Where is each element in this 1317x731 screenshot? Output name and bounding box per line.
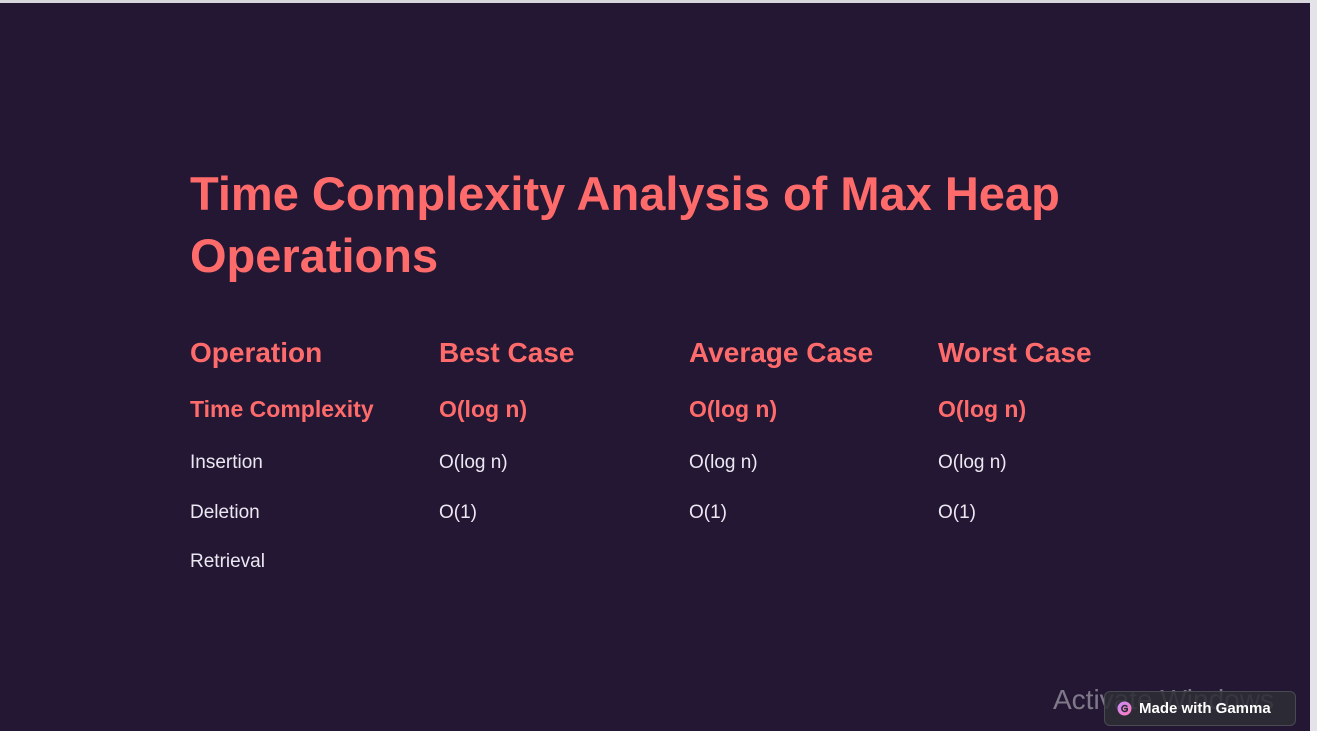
table-cell-worst: O(log n) <box>938 452 1007 473</box>
table-cell-best: O(log n) <box>439 396 528 422</box>
slide: Time Complexity Analysis of Max Heap Ope… <box>0 3 1310 731</box>
header-operation: Operation <box>190 337 323 368</box>
gamma-logo-icon <box>1117 701 1132 716</box>
header-best-case: Best Case <box>439 337 575 368</box>
table-cell-operation: Time Complexity <box>190 396 374 422</box>
table-cell-average: O(1) <box>689 502 727 523</box>
made-with-gamma-badge[interactable]: Made with Gamma <box>1104 691 1296 726</box>
header-average-case: Average Case <box>689 337 874 368</box>
table-cell-worst: O(log n) <box>938 396 1027 422</box>
slide-title: Time Complexity Analysis of Max Heap Ope… <box>190 167 1060 282</box>
table-cell-operation: Retrieval <box>190 551 265 572</box>
table-cell-best: O(log n) <box>439 452 508 473</box>
table-cell-operation: Deletion <box>190 502 260 523</box>
table-cell-average: O(log n) <box>689 396 778 422</box>
header-worst-case: Worst Case <box>938 337 1092 368</box>
table-cell-best: O(1) <box>439 502 477 523</box>
table-cell-average: O(log n) <box>689 452 758 473</box>
table-cell-worst: O(1) <box>938 502 976 523</box>
badge-label: Made with Gamma <box>1139 700 1271 717</box>
window-edge <box>1310 0 1317 731</box>
table-cell-operation: Insertion <box>190 452 263 473</box>
